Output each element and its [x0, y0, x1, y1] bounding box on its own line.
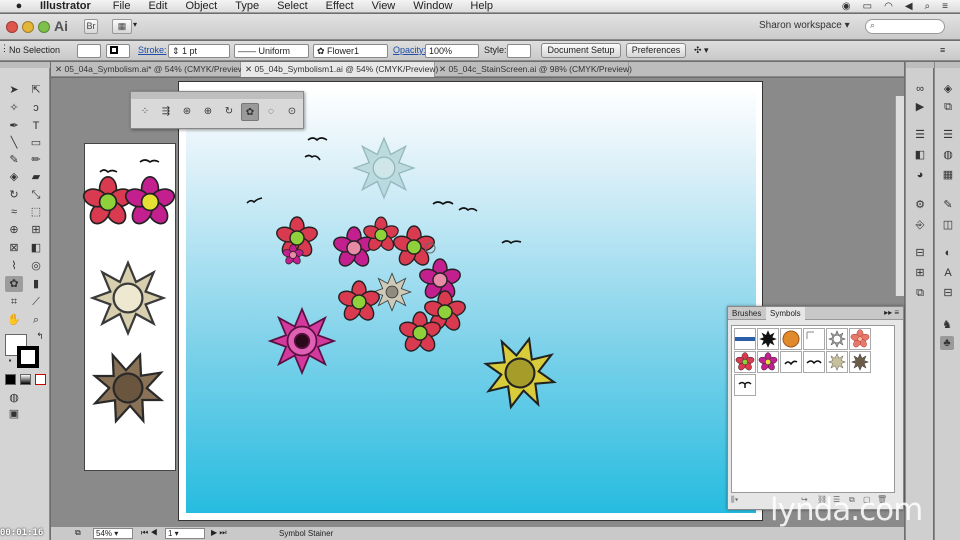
color-guide-panel-icon[interactable]: ⚙	[913, 198, 927, 212]
panel-dock-primary: ◈ ⧉ ☰ ◍ ▦ ✎ ◫ ◐ A ⊟ ♞ ♣	[934, 62, 960, 540]
symbol-shifter-icon[interactable]: ⇶	[157, 103, 175, 121]
video-timecode: 00:01:16	[0, 528, 44, 538]
paragraph-panel-icon[interactable]: ☰	[941, 128, 955, 142]
bird-icon	[246, 197, 263, 204]
bird-icon	[304, 154, 321, 161]
artboards-panel-icon[interactable]: ⧉	[941, 100, 955, 114]
pathfinder-panel-icon[interactable]: ⧉	[913, 286, 927, 300]
symbol-swatch-splat[interactable]	[757, 328, 779, 350]
next-artboard-icon[interactable]: ▶ ⏭	[211, 528, 227, 538]
lynda-watermark: lynda.com	[770, 492, 923, 528]
transform-panel-icon[interactable]: ⊞	[913, 266, 927, 280]
bird-icon	[432, 201, 454, 206]
align-panel-icon[interactable]: ⊟	[913, 246, 927, 260]
bird-icon	[307, 137, 328, 142]
layers-panel-icon[interactable]: ◈	[941, 82, 955, 96]
bird-icon	[99, 169, 118, 174]
actions-panel-icon[interactable]: ▶	[913, 100, 927, 114]
zoom-value: 54%	[96, 529, 113, 538]
pink-burst-symbol	[269, 308, 335, 374]
flower-symbol	[336, 280, 382, 324]
bird-icon	[139, 159, 160, 164]
symbol-libraries-icon[interactable]: ⫼▾	[731, 495, 739, 504]
symbols-panel: Brushes Symbols ▸▸ ≡ ⫼▾ ↪ ⛓ ☰ ⧉ ▢ 🗑	[727, 306, 904, 510]
stroke-panel-icon[interactable]: ☰	[913, 128, 927, 142]
panel-header: Brushes Symbols ▸▸ ≡	[728, 307, 903, 320]
appearance-panel-icon[interactable]: ◕	[913, 168, 927, 182]
links-panel-icon[interactable]: ∞	[913, 82, 927, 96]
first-artboard-icon[interactable]: ⏮ ◀	[141, 528, 158, 538]
tab-brushes[interactable]: Brushes	[728, 307, 765, 320]
faded-burst-symbol	[353, 137, 415, 199]
symbol-swatch-bird-3[interactable]	[734, 374, 756, 396]
panel-dock-secondary: ∞ ▶ ☰ ◧ ◕ ⚙ ⎆ ⊟ ⊞ ⧉	[905, 62, 934, 540]
dock-header	[935, 62, 960, 68]
symbol-swatch-orange-orb[interactable]	[780, 328, 802, 350]
symbol-swatch-red-flower[interactable]	[734, 351, 756, 373]
symbol-swatch-bird-2[interactable]	[803, 351, 825, 373]
magenta-flower-reference	[122, 175, 178, 229]
artboard-number-value: 1	[168, 529, 173, 538]
color-panel-icon[interactable]: ◍	[941, 148, 955, 162]
symbol-swatch-dark-burst[interactable]	[849, 351, 871, 373]
symbol-library-grid	[731, 325, 895, 493]
align-objects-panel-icon[interactable]: ⊟	[941, 286, 955, 300]
document-info-panel-icon[interactable]: ⎆	[913, 218, 927, 232]
graphic-styles-panel-icon[interactable]: ◫	[941, 218, 955, 232]
transparency-panel-icon[interactable]: ◐	[941, 246, 955, 260]
symbol-sizer-icon[interactable]: ⊕	[199, 103, 217, 121]
tab-symbols[interactable]: Symbols	[766, 307, 805, 320]
swatches-panel-icon[interactable]: ▦	[941, 168, 955, 182]
grey-burst-symbol	[372, 272, 412, 312]
palette-header[interactable]	[131, 92, 303, 99]
symbol-swatch-blue-bar[interactable]	[734, 328, 756, 350]
symbol-swatch-magenta-flower[interactable]	[757, 351, 779, 373]
brushes-panel-icon[interactable]: ✎	[941, 198, 955, 212]
symbol-swatch-corner[interactable]	[803, 328, 825, 350]
character-panel-icon[interactable]: A	[941, 266, 955, 280]
symbol-swatch-coral-flower[interactable]	[849, 328, 871, 350]
zoom-level-field[interactable]: 54% ▾	[93, 528, 133, 539]
symbol-sprayer-icon[interactable]: ⁘	[136, 103, 154, 121]
reference-symbols	[80, 175, 178, 435]
status-bar: ⧉ 54% ▾ ⏮ ◀ 1 ▾ ▶ ⏭ Symbol Stainer	[51, 526, 904, 540]
artboard-number-field[interactable]: 1 ▾	[165, 528, 205, 539]
yellow-burst-symbol	[475, 328, 565, 418]
symbol-swatch-beige-burst[interactable]	[826, 351, 848, 373]
symbol-swatch-ring[interactable]	[826, 328, 848, 350]
symbol-styler-icon[interactable]: ⊙	[283, 103, 301, 121]
symbols-panel-icon[interactable]: ♣	[940, 336, 954, 350]
symbol-swatch-bird-1[interactable]	[780, 351, 802, 373]
gradient-panel-icon[interactable]: ◧	[913, 148, 927, 162]
puppet-panel-icon[interactable]: ♞	[940, 318, 954, 332]
current-tool-display[interactable]: Symbol Stainer	[279, 529, 333, 538]
brown-burst-reference	[81, 341, 175, 435]
red-flower-reference	[80, 175, 136, 229]
symbol-screener-icon[interactable]: ◌	[262, 103, 280, 121]
symbol-scruncher-icon[interactable]: ⊛	[178, 103, 196, 121]
symbol-spinner-icon[interactable]: ↻	[220, 103, 238, 121]
dock-header	[906, 62, 934, 68]
symbol-stainer-icon[interactable]: ✿	[241, 103, 259, 121]
symbolism-tools-palette: ⁘ ⇶ ⊛ ⊕ ↻ ✿ ◌ ⊙	[130, 91, 304, 129]
panel-menu-icon[interactable]: ▸▸ ≡	[884, 308, 899, 317]
bird-icon	[501, 240, 522, 245]
beige-burst-reference	[91, 261, 165, 335]
artboard-nav-icon[interactable]: ⧉	[75, 528, 81, 538]
bird-icon	[458, 207, 478, 212]
